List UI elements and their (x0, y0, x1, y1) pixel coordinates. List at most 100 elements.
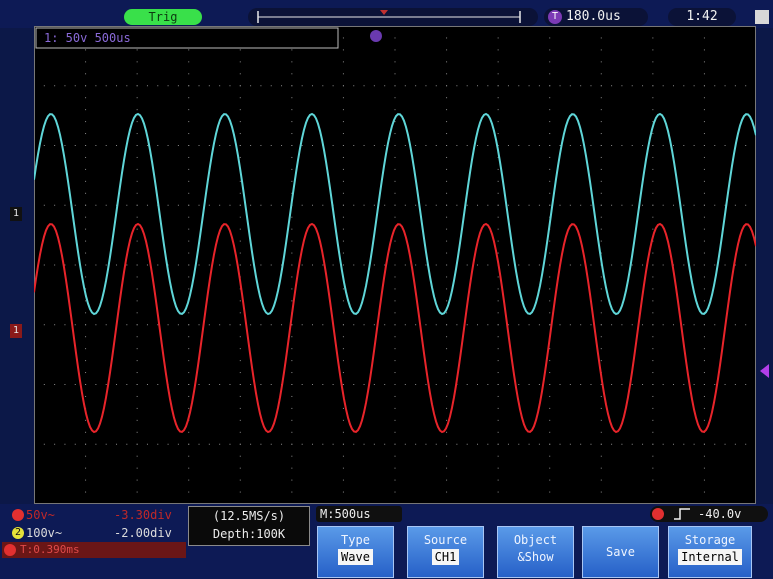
grid-dot (425, 204, 427, 206)
grid-dot (497, 240, 499, 242)
grid-dot (600, 467, 602, 469)
grid-dot (652, 37, 654, 39)
grid-dot (734, 384, 736, 385)
grid-dot (549, 455, 551, 457)
grid-dot (446, 145, 448, 146)
grid-dot (580, 443, 582, 445)
grid-dot (518, 443, 520, 445)
softkey-save[interactable]: Save (582, 526, 659, 578)
grid-dot (188, 121, 190, 123)
grid-dot (518, 324, 520, 326)
grid-dot (703, 204, 705, 206)
grid-dot (394, 252, 396, 254)
grid-dot (394, 300, 396, 302)
grid-dot (126, 85, 128, 87)
grid-dot (342, 300, 344, 302)
grid-dot (549, 264, 551, 266)
grid-dot (549, 156, 551, 158)
softkey-storage[interactable]: Storage Internal (668, 526, 752, 578)
grid-dot (188, 180, 190, 182)
grid-dot (85, 85, 87, 87)
grid-dot (311, 443, 313, 445)
grid-dot (85, 180, 87, 182)
grid-dot (394, 133, 396, 135)
grid-dot (136, 348, 138, 350)
grid-dot (549, 61, 551, 63)
grid-dot (652, 73, 654, 75)
grid-dot (590, 204, 592, 206)
grid-dot (600, 156, 602, 158)
grid-dot (590, 85, 592, 87)
grid-dot (538, 145, 540, 146)
grid-dot (342, 491, 344, 493)
grid-dot (394, 431, 396, 433)
grid-dot (353, 443, 355, 445)
grid-dot (85, 121, 87, 123)
grid-dot (43, 264, 45, 266)
grid-dot (466, 264, 468, 266)
grid-dot (353, 204, 355, 206)
grid-dot (85, 133, 87, 135)
grid-dot (136, 264, 138, 266)
grid-dot (662, 324, 664, 326)
grid-dot (703, 216, 705, 218)
grid-dot (157, 145, 159, 146)
grid-dot (549, 133, 551, 135)
grid-dot (311, 384, 313, 385)
grid-dot (270, 384, 272, 385)
grid-dot (652, 192, 654, 194)
grid-dot (559, 443, 561, 445)
grid-dot (724, 85, 726, 87)
grid-dot (652, 109, 654, 111)
softkey-object-show[interactable]: Object &Show (497, 526, 574, 578)
grid-dot (188, 264, 190, 266)
trigger-level-marker[interactable] (760, 364, 769, 378)
grid-dot (435, 443, 437, 445)
grid-dot (652, 85, 654, 87)
grid-dot (642, 324, 644, 326)
grid-dot (85, 156, 87, 158)
grid-dot (260, 145, 262, 146)
softkey-source[interactable]: Source CH1 (407, 526, 484, 578)
grid-dot (229, 443, 231, 445)
ch2-level-marker[interactable]: 1 (10, 324, 22, 338)
grid-dot (456, 145, 458, 146)
grid-dot (549, 168, 551, 170)
grid-dot (528, 443, 530, 445)
grid-dot (291, 491, 293, 493)
grid-dot (652, 49, 654, 51)
grid-dot (693, 443, 695, 445)
grid-dot (497, 455, 499, 457)
grid-dot (600, 109, 602, 111)
grid-dot (229, 264, 231, 266)
memory-position-bar[interactable] (248, 8, 538, 26)
grid-dot (528, 384, 530, 385)
grid-dot (703, 133, 705, 135)
grid-dot (188, 455, 190, 457)
grid-dot (466, 384, 468, 385)
softkey-type[interactable]: Type Wave (317, 526, 394, 578)
waveform-screen[interactable]: 1: 50v 500us (33, 25, 757, 505)
grid-dot (600, 204, 602, 206)
grid-dot (621, 145, 623, 146)
grid-dot (446, 324, 448, 326)
ch1-level-marker[interactable]: 1 (10, 207, 22, 221)
grid-dot (497, 336, 499, 338)
grid-dot (342, 204, 344, 206)
grid-dot (342, 431, 344, 433)
ch2-scale: 100v~ (26, 526, 63, 540)
grid-dot (600, 300, 602, 302)
grid-dot (85, 61, 87, 63)
grid-dot (136, 395, 138, 397)
grid-dot (239, 156, 241, 158)
cursor-icon (4, 544, 16, 556)
grid-dot (600, 348, 602, 350)
trigger-position-icon: T (548, 10, 562, 24)
grid-dot (580, 264, 582, 266)
grid-dot (549, 180, 551, 182)
grid-dot (446, 85, 448, 87)
grid-dot (136, 324, 138, 326)
grid-dot (136, 252, 138, 254)
grid-dot (291, 395, 293, 397)
grid-dot (652, 395, 654, 397)
